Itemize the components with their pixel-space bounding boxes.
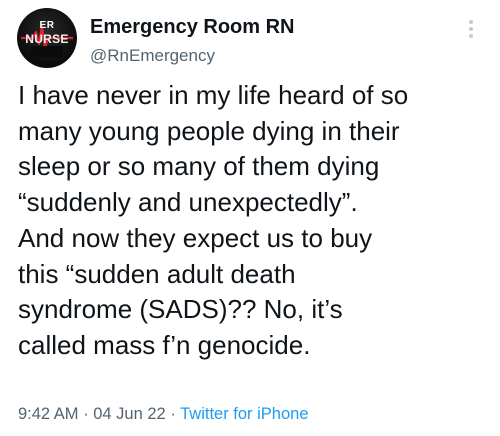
tweet-date[interactable]: 04 Jun 22 (93, 405, 165, 423)
tweet-meta: 9:42 AM · 04 Jun 22 · Twitter for iPhone (18, 405, 309, 424)
tweet-line: I have never in my life heard of so (18, 80, 409, 110)
avatar[interactable]: ER NURSE (17, 8, 77, 68)
vertical-dots-icon[interactable] (461, 14, 481, 44)
meta-separator: · (83, 405, 89, 423)
tweet-line: this “sudden adult death (18, 258, 296, 289)
tweet-time[interactable]: 9:42 AM (18, 405, 79, 423)
tweet-text: I have never in my life heard of so many… (18, 78, 496, 364)
user-handle[interactable]: @RnEmergency (90, 46, 215, 66)
tweet-line: “suddenly and unexpectedly”. (18, 187, 358, 218)
tweet-card: ER NURSE Emergency Room RN @RnEmergency … (0, 0, 500, 436)
tweet-line: sleep or so many of them dying (18, 151, 380, 182)
tweet-source-link[interactable]: Twitter for iPhone (180, 405, 308, 423)
tweet-line: syndrome (SADS)?? No, it’s (18, 294, 343, 325)
avatar-nurse-text: NURSE (25, 32, 69, 46)
tweet-line: called mass f’n genocide. (18, 329, 311, 360)
avatar-er-text: ER (39, 20, 55, 31)
meta-separator: · (170, 405, 176, 423)
tweet-line: many young people dying in their (18, 115, 400, 146)
display-name[interactable]: Emergency Room RN (90, 16, 295, 39)
tweet-line: And now they expect us to buy (18, 222, 373, 253)
